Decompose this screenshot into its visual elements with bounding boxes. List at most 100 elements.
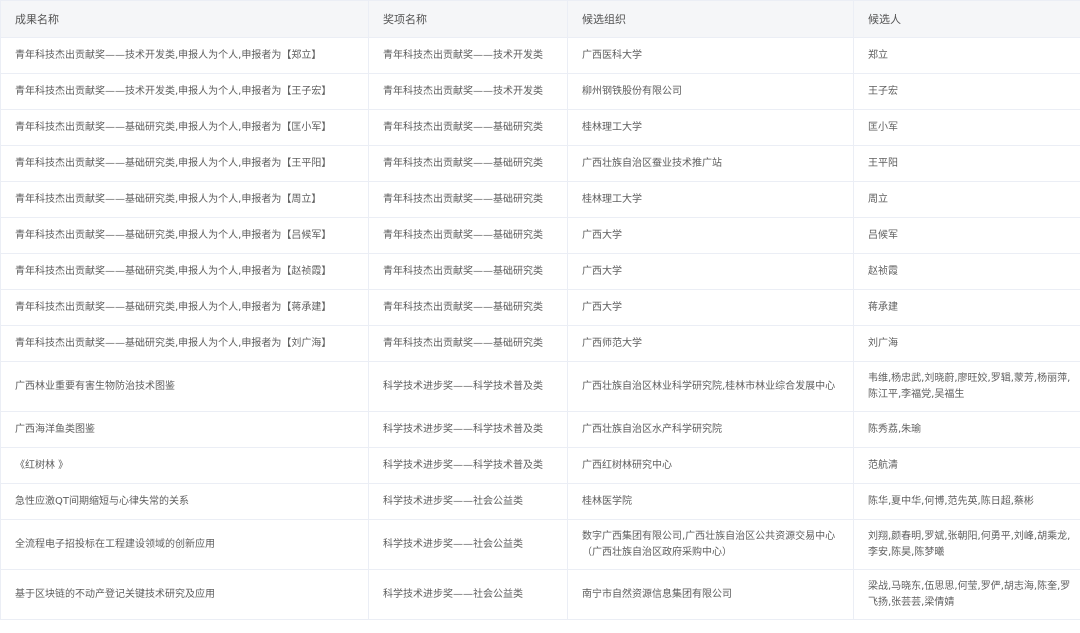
cell-text: 广西医科大学: [582, 49, 642, 61]
column-header-candidate[interactable]: 候选人: [853, 0, 1080, 38]
cell-candidate: 陈华,夏中华,何博,范先英,陈日超,蔡彬: [853, 483, 1080, 520]
cell-organization: 广西红树林研究中心: [567, 447, 854, 484]
cell-text: 科学技术进步奖——科学技术普及类: [383, 423, 543, 435]
cell-organization: 桂林理工大学: [567, 181, 854, 218]
table-row[interactable]: 基于区块链的不动产登记关键技术研究及应用 科学技术进步奖——社会公益类 南宁市自…: [0, 569, 1080, 620]
cell-award: 科学技术进步奖——科学技术普及类: [368, 361, 568, 412]
cell-text: 蒋承建: [868, 301, 898, 313]
table-row[interactable]: 青年科技杰出贡献奖——基础研究类,申报人为个人,申报者为【吕候军】 青年科技杰出…: [0, 217, 1080, 254]
cell-text: 匡小军: [868, 121, 898, 133]
cell-text: 青年科技杰出贡献奖——基础研究类: [383, 121, 543, 133]
cell-text: 梁战,马晓东,伍思思,何莹,罗俨,胡志海,陈奎,罗飞扬,张芸芸,梁倩婧: [868, 580, 1071, 608]
cell-text: 广西海洋鱼类图鉴: [15, 423, 95, 435]
cell-text: 青年科技杰出贡献奖——基础研究类: [383, 337, 543, 349]
cell-text: 青年科技杰出贡献奖——技术开发类,申报人为个人,申报者为【郑立】: [15, 49, 322, 61]
table-row[interactable]: 全流程电子招投标在工程建设领域的创新应用 科学技术进步奖——社会公益类 数字广西…: [0, 519, 1080, 570]
cell-achievement: 《红树林 》: [0, 447, 369, 484]
cell-achievement: 青年科技杰出贡献奖——技术开发类,申报人为个人,申报者为【王子宏】: [0, 73, 369, 110]
cell-text: 刘广海: [868, 337, 898, 349]
cell-organization: 广西壮族自治区水产科学研究院: [567, 411, 854, 448]
table-row[interactable]: 广西林业重要有害生物防治技术图鉴 科学技术进步奖——科学技术普及类 广西壮族自治…: [0, 361, 1080, 412]
cell-text: 基于区块链的不动产登记关键技术研究及应用: [15, 588, 215, 600]
table-row[interactable]: 青年科技杰出贡献奖——技术开发类,申报人为个人,申报者为【王子宏】 青年科技杰出…: [0, 73, 1080, 110]
cell-organization: 数字广西集团有限公司,广西壮族自治区公共资源交易中心（广西壮族自治区政府采购中心…: [567, 519, 854, 570]
column-header-award[interactable]: 奖项名称: [368, 0, 568, 38]
cell-text: 刘翔,颜春明,罗斌,张朝阳,何勇平,刘峰,胡乘龙,李安,陈昊,陈梦曦: [868, 530, 1071, 558]
cell-candidate: 刘翔,颜春明,罗斌,张朝阳,何勇平,刘峰,胡乘龙,李安,陈昊,陈梦曦: [853, 519, 1080, 570]
cell-achievement: 青年科技杰出贡献奖——基础研究类,申报人为个人,申报者为【匡小军】: [0, 109, 369, 146]
cell-award: 科学技术进步奖——科学技术普及类: [368, 411, 568, 448]
table-row[interactable]: 青年科技杰出贡献奖——基础研究类,申报人为个人,申报者为【蒋承建】 青年科技杰出…: [0, 289, 1080, 326]
cell-organization: 广西大学: [567, 217, 854, 254]
table-row[interactable]: 广西海洋鱼类图鉴 科学技术进步奖——科学技术普及类 广西壮族自治区水产科学研究院…: [0, 411, 1080, 448]
cell-text: 广西林业重要有害生物防治技术图鉴: [15, 380, 175, 392]
table-row[interactable]: 青年科技杰出贡献奖——基础研究类,申报人为个人,申报者为【赵祯霞】 青年科技杰出…: [0, 253, 1080, 290]
cell-award: 青年科技杰出贡献奖——基础研究类: [368, 253, 568, 290]
cell-organization: 广西医科大学: [567, 37, 854, 74]
cell-text: 王平阳: [868, 157, 898, 169]
cell-organization: 广西大学: [567, 289, 854, 326]
cell-text: 桂林理工大学: [582, 121, 642, 133]
cell-achievement: 广西林业重要有害生物防治技术图鉴: [0, 361, 369, 412]
cell-achievement: 全流程电子招投标在工程建设领域的创新应用: [0, 519, 369, 570]
cell-candidate: 匡小军: [853, 109, 1080, 146]
cell-candidate: 陈秀荔,朱瑜: [853, 411, 1080, 448]
column-header-organization[interactable]: 候选组织: [567, 0, 854, 38]
cell-text: 青年科技杰出贡献奖——基础研究类,申报人为个人,申报者为【王平阳】: [15, 157, 332, 169]
table-row[interactable]: 青年科技杰出贡献奖——基础研究类,申报人为个人,申报者为【周立】 青年科技杰出贡…: [0, 181, 1080, 218]
cell-text: 急性应激QT间期缩短与心律失常的关系: [15, 495, 189, 507]
cell-award: 青年科技杰出贡献奖——基础研究类: [368, 181, 568, 218]
cell-text: 广西大学: [582, 229, 622, 241]
cell-text: 科学技术进步奖——社会公益类: [383, 588, 523, 600]
cell-text: 桂林医学院: [582, 495, 632, 507]
column-header-achievement[interactable]: 成果名称: [0, 0, 369, 38]
results-table-container: 成果名称 奖项名称 候选组织 候选人 青年科技杰出贡献奖——技术开发类,申报人为…: [0, 0, 1080, 633]
table-row[interactable]: 青年科技杰出贡献奖——技术开发类,申报人为个人,申报者为【郑立】 青年科技杰出贡…: [0, 37, 1080, 74]
cell-award: 科学技术进步奖——社会公益类: [368, 483, 568, 520]
cell-award: 青年科技杰出贡献奖——基础研究类: [368, 109, 568, 146]
table-row[interactable]: 青年科技杰出贡献奖——基础研究类,申报人为个人,申报者为【匡小军】 青年科技杰出…: [0, 109, 1080, 146]
cell-achievement: 广西海洋鱼类图鉴: [0, 411, 369, 448]
cell-award: 青年科技杰出贡献奖——基础研究类: [368, 145, 568, 182]
cell-text: 范航清: [868, 459, 898, 471]
cell-text: 广西壮族自治区林业科学研究院,桂林市林业综合发展中心: [582, 380, 836, 392]
cell-award: 科学技术进步奖——社会公益类: [368, 569, 568, 620]
cell-text: 广西红树林研究中心: [582, 459, 672, 471]
table-header-row: 成果名称 奖项名称 候选组织 候选人: [0, 0, 1080, 38]
table-row[interactable]: 急性应激QT间期缩短与心律失常的关系 科学技术进步奖——社会公益类 桂林医学院 …: [0, 483, 1080, 520]
cell-achievement: 青年科技杰出贡献奖——基础研究类,申报人为个人,申报者为【吕候军】: [0, 217, 369, 254]
table-row[interactable]: 《红树林 》 科学技术进步奖——科学技术普及类 广西红树林研究中心 范航清: [0, 447, 1080, 484]
cell-organization: 南宁市自然资源信息集团有限公司: [567, 569, 854, 620]
cell-achievement: 青年科技杰出贡献奖——基础研究类,申报人为个人,申报者为【周立】: [0, 181, 369, 218]
cell-candidate: 刘广海: [853, 325, 1080, 362]
cell-candidate: 梁战,马晓东,伍思思,何莹,罗俨,胡志海,陈奎,罗飞扬,张芸芸,梁倩婧: [853, 569, 1080, 620]
cell-award: 青年科技杰出贡献奖——基础研究类: [368, 217, 568, 254]
cell-candidate: 蒋承建: [853, 289, 1080, 326]
cell-text: 青年科技杰出贡献奖——基础研究类: [383, 193, 543, 205]
cell-organization: 柳州钢铁股份有限公司: [567, 73, 854, 110]
cell-achievement: 青年科技杰出贡献奖——基础研究类,申报人为个人,申报者为【赵祯霞】: [0, 253, 369, 290]
cell-text: 陈秀荔,朱瑜: [868, 423, 922, 435]
cell-organization: 桂林医学院: [567, 483, 854, 520]
cell-text: 陈华,夏中华,何博,范先英,陈日超,蔡彬: [868, 495, 1034, 507]
cell-achievement: 青年科技杰出贡献奖——基础研究类,申报人为个人,申报者为【刘广海】: [0, 325, 369, 362]
cell-text: 王子宏: [868, 85, 898, 97]
cell-text: 广西壮族自治区水产科学研究院: [582, 423, 722, 435]
cell-text: 青年科技杰出贡献奖——基础研究类: [383, 157, 543, 169]
cell-organization: 广西壮族自治区蚕业技术推广站: [567, 145, 854, 182]
cell-candidate: 韦维,杨忠武,刘晓蔚,廖旺姣,罗辑,蒙芳,杨丽萍,陈江平,李福党,吴福生: [853, 361, 1080, 412]
cell-organization: 广西大学: [567, 253, 854, 290]
table-row[interactable]: 青年科技杰出贡献奖——基础研究类,申报人为个人,申报者为【刘广海】 青年科技杰出…: [0, 325, 1080, 362]
cell-text: 青年科技杰出贡献奖——基础研究类,申报人为个人,申报者为【蒋承建】: [15, 301, 332, 313]
cell-text: 青年科技杰出贡献奖——技术开发类,申报人为个人,申报者为【王子宏】: [15, 85, 332, 97]
cell-achievement: 青年科技杰出贡献奖——技术开发类,申报人为个人,申报者为【郑立】: [0, 37, 369, 74]
cell-text: 青年科技杰出贡献奖——技术开发类: [383, 49, 543, 61]
cell-text: 《红树林 》: [15, 459, 69, 471]
cell-achievement: 急性应激QT间期缩短与心律失常的关系: [0, 483, 369, 520]
cell-text: 南宁市自然资源信息集团有限公司: [582, 588, 732, 600]
cell-text: 青年科技杰出贡献奖——基础研究类: [383, 301, 543, 313]
cell-text: 广西大学: [582, 301, 622, 313]
results-table: 成果名称 奖项名称 候选组织 候选人 青年科技杰出贡献奖——技术开发类,申报人为…: [0, 0, 1080, 620]
table-row[interactable]: 青年科技杰出贡献奖——基础研究类,申报人为个人,申报者为【王平阳】 青年科技杰出…: [0, 145, 1080, 182]
cell-text: 青年科技杰出贡献奖——基础研究类,申报人为个人,申报者为【吕候军】: [15, 229, 332, 241]
